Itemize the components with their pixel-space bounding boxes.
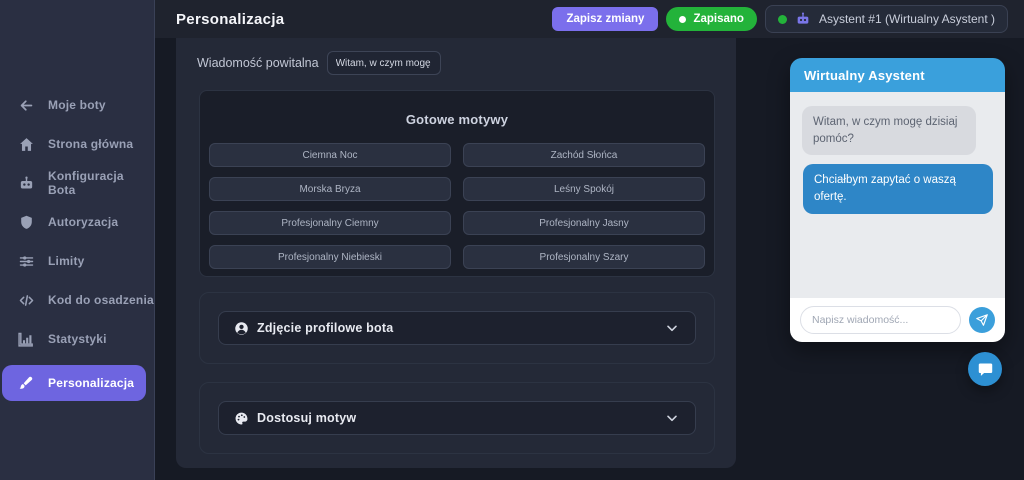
sidebar-nav: Moje boty Strona główna Konfiguracja Bot… bbox=[0, 90, 154, 401]
sidebar-item-moje-boty[interactable]: Moje boty bbox=[0, 90, 154, 120]
chart-icon bbox=[18, 331, 35, 348]
sidebar-item-statystyki[interactable]: Statystyki bbox=[0, 324, 154, 354]
ready-themes-title: Gotowe motywy bbox=[200, 112, 714, 127]
personalization-panel: Wiadomość powitalna Gotowe motywy Ciemna… bbox=[176, 38, 736, 468]
theme-button-profesjonalny-jasny[interactable]: Profesjonalny Jasny bbox=[463, 211, 705, 235]
sidebar-item-label: Kod do osadzenia bbox=[48, 293, 154, 307]
arrow-left-icon bbox=[18, 97, 35, 114]
customize-theme-accordion-label: Dostosuj motyw bbox=[257, 411, 356, 425]
sidebar-item-limity[interactable]: Limity bbox=[0, 246, 154, 276]
chevron-down-icon bbox=[664, 410, 680, 426]
sidebar-item-label: Limity bbox=[48, 254, 85, 268]
chat-message-input[interactable] bbox=[800, 306, 961, 334]
bot-message-bubble: Witam, w czym mogę dzisiaj pomóc? bbox=[802, 106, 976, 155]
chat-widget-title: Wirtualny Asystent bbox=[804, 68, 925, 83]
assistant-selector-label: Asystent #1 (Wirtualny Asystent ) bbox=[819, 12, 995, 26]
send-message-button[interactable] bbox=[969, 307, 995, 333]
theme-button-ciemna-noc[interactable]: Ciemna Noc bbox=[209, 143, 451, 167]
bot-avatar-accordion[interactable]: Zdjęcie profilowe bota bbox=[218, 311, 696, 345]
avatar-icon bbox=[234, 321, 249, 336]
saved-dot-icon bbox=[679, 16, 686, 23]
topbar: Personalizacja Zapisz zmiany Zapisano As… bbox=[155, 0, 1024, 38]
theme-button-profesjonalny-niebieski[interactable]: Profesjonalny Niebieski bbox=[209, 245, 451, 269]
theme-button-morska-bryza[interactable]: Morska Bryza bbox=[209, 177, 451, 201]
paper-plane-icon bbox=[975, 313, 989, 327]
chat-preview-widget: Wirtualny Asystent Witam, w czym mogę dz… bbox=[790, 58, 1005, 342]
sidebar-item-strona-glowna[interactable]: Strona główna bbox=[0, 129, 154, 159]
sidebar-item-label: Konfiguracja Bota bbox=[48, 169, 154, 197]
shield-icon bbox=[18, 214, 35, 231]
welcome-message-row: Wiadomość powitalna bbox=[197, 51, 441, 75]
sidebar-item-label: Autoryzacja bbox=[48, 215, 118, 229]
palette-icon bbox=[234, 411, 249, 426]
chevron-down-icon bbox=[664, 320, 680, 336]
speech-bubble-icon bbox=[977, 361, 994, 378]
welcome-message-input[interactable] bbox=[327, 51, 441, 75]
customize-theme-accordion[interactable]: Dostosuj motyw bbox=[218, 401, 696, 435]
sidebar-item-label: Moje boty bbox=[48, 98, 106, 112]
saved-status-badge[interactable]: Zapisano bbox=[666, 7, 756, 31]
sidebar-item-konfiguracja-bota[interactable]: Konfiguracja Bota bbox=[0, 168, 154, 198]
robot-icon bbox=[795, 11, 811, 27]
sidebar-item-autoryzacja[interactable]: Autoryzacja bbox=[0, 207, 154, 237]
bot-avatar-accordion-label: Zdjęcie profilowe bota bbox=[257, 321, 393, 335]
customize-theme-card: Dostosuj motyw bbox=[199, 382, 715, 454]
brush-icon bbox=[18, 375, 35, 392]
chat-launcher-button[interactable] bbox=[968, 352, 1002, 386]
theme-button-profesjonalny-ciemny[interactable]: Profesjonalny Ciemny bbox=[209, 211, 451, 235]
bot-avatar-card: Zdjęcie profilowe bota bbox=[199, 292, 715, 364]
theme-button-profesjonalny-szary[interactable]: Profesjonalny Szary bbox=[463, 245, 705, 269]
chat-input-bar bbox=[790, 298, 1005, 342]
themes-grid: Ciemna Noc Zachód Słońca Morska Bryza Le… bbox=[209, 143, 705, 269]
theme-button-zachod-slonca[interactable]: Zachód Słońca bbox=[463, 143, 705, 167]
sidebar-item-label: Strona główna bbox=[48, 137, 133, 151]
topbar-actions: Zapisz zmiany Zapisano Asystent #1 (Wirt… bbox=[552, 5, 1024, 33]
sidebar-item-personalizacja[interactable]: Personalizacja bbox=[2, 365, 146, 401]
robot-icon bbox=[18, 175, 35, 192]
online-status-icon bbox=[778, 15, 787, 24]
assistant-selector[interactable]: Asystent #1 (Wirtualny Asystent ) bbox=[765, 5, 1008, 33]
page-title: Personalizacja bbox=[176, 11, 284, 28]
sidebar-item-label: Statystyki bbox=[48, 332, 107, 346]
user-message-bubble: Chciałbym zapytać o waszą ofertę. bbox=[803, 164, 993, 213]
sidebar: Moje boty Strona główna Konfiguracja Bot… bbox=[0, 0, 155, 480]
ready-themes-card: Gotowe motywy Ciemna Noc Zachód Słońca M… bbox=[199, 90, 715, 277]
saved-label: Zapisano bbox=[693, 13, 743, 25]
save-changes-button[interactable]: Zapisz zmiany bbox=[552, 7, 658, 31]
chat-message-list: Witam, w czym mogę dzisiaj pomóc? Chciał… bbox=[790, 92, 1005, 298]
sidebar-item-kod-do-osadzenia[interactable]: Kod do osadzenia bbox=[0, 285, 154, 315]
welcome-message-label: Wiadomość powitalna bbox=[197, 56, 319, 70]
home-icon bbox=[18, 136, 35, 153]
theme-button-lesny-spokoj[interactable]: Leśny Spokój bbox=[463, 177, 705, 201]
sidebar-item-label: Personalizacja bbox=[48, 376, 134, 390]
code-icon bbox=[18, 292, 35, 309]
sliders-icon bbox=[18, 253, 35, 270]
chat-widget-header: Wirtualny Asystent bbox=[790, 58, 1005, 92]
